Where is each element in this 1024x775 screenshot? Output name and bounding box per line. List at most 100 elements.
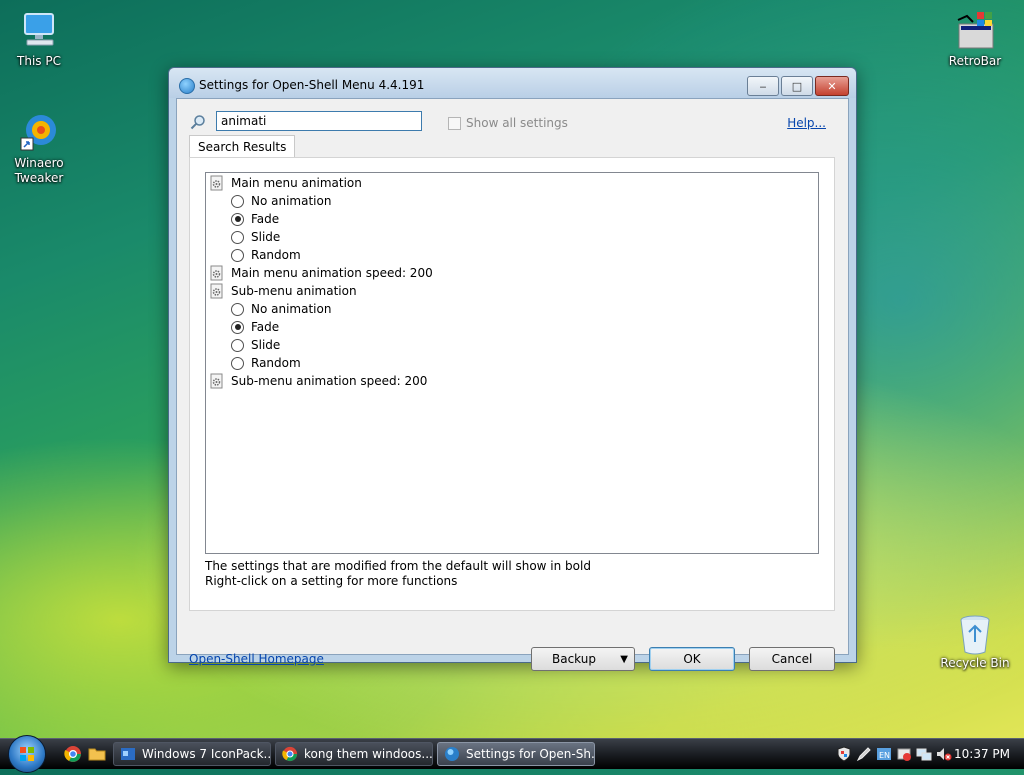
search-icon (190, 114, 206, 130)
computer-icon (19, 10, 59, 50)
volume-muted-icon[interactable] (936, 746, 952, 762)
minimize-button[interactable]: ‒ (747, 76, 779, 96)
system-tray: EN 10:37 PM (836, 739, 1024, 769)
tab-search-results[interactable]: Search Results (189, 135, 296, 158)
note-right-click: Right-click on a setting for more functi… (205, 574, 458, 588)
tree-radio-item[interactable]: No animation (231, 300, 331, 318)
desktop-icon-recycle-bin[interactable]: Recycle Bin (935, 612, 1015, 671)
svg-text:EN: EN (879, 751, 890, 760)
start-button[interactable] (8, 735, 46, 773)
iconpack-icon (121, 748, 135, 760)
tree-item-label: Slide (251, 338, 281, 352)
desktop-icon-label-line2: Tweaker (14, 171, 64, 185)
task-label: Windows 7 IconPack... (142, 747, 271, 761)
title-bar[interactable]: Settings for Open-Shell Menu 4.4.191 ‒ □… (169, 68, 856, 98)
tree-group-sub-menu-animation[interactable]: Sub-menu animation (209, 282, 357, 300)
tree-radio-item[interactable]: Random (231, 246, 301, 264)
tree-radio-item[interactable]: Fade (231, 318, 279, 336)
radio-button[interactable] (231, 248, 244, 262)
desktop-icon-this-pc[interactable]: This PC (0, 10, 79, 69)
task-button-iconpack[interactable]: Windows 7 IconPack... (113, 742, 271, 766)
close-icon: ✕ (827, 79, 837, 93)
window-title: Settings for Open-Shell Menu 4.4.191 (199, 78, 425, 92)
settings-page-icon (210, 373, 223, 389)
tree-item-label: Random (251, 356, 301, 370)
checkbox-box[interactable] (448, 116, 461, 130)
shield-icon[interactable] (836, 746, 852, 762)
tree-radio-item[interactable]: Slide (231, 228, 280, 246)
task-button-chrome[interactable]: kong them windoos... (275, 742, 433, 766)
tab-panel: Main menu animation No animation Fade Sl… (189, 157, 835, 611)
task-button-open-shell-settings[interactable]: Settings for Open-Sh... (437, 742, 595, 766)
winaero-tweaker-icon (19, 112, 59, 152)
network-icon[interactable] (916, 746, 932, 762)
settings-page-icon (210, 265, 223, 281)
language-icon[interactable]: EN (876, 746, 892, 762)
open-shell-homepage-link[interactable]: Open-Shell Homepage (189, 652, 324, 666)
clock[interactable]: 10:37 PM (954, 747, 1010, 761)
minimize-icon: ‒ (759, 79, 767, 93)
maximize-button[interactable]: □ (781, 76, 813, 96)
desktop-icon-retrobar[interactable]: RetroBar (935, 10, 1015, 69)
desktop-icon-label: This PC (17, 54, 61, 68)
settings-page-icon (210, 175, 223, 191)
open-shell-icon (445, 747, 459, 761)
maximize-icon: □ (791, 79, 803, 93)
retrobar-icon (955, 10, 995, 50)
note-bold-settings: The settings that are modified from the … (205, 559, 591, 573)
dialog-client-area: Show all settings Help... Search Results… (176, 98, 849, 671)
taskbar: Windows 7 IconPack... kong them windoos.… (0, 735, 1024, 773)
tree-item-label: Sub-menu animation (231, 284, 357, 298)
tree-radio-item[interactable]: Fade (231, 210, 279, 228)
tree-item-label: Sub-menu animation speed: 200 (231, 374, 428, 388)
tree-radio-item[interactable]: Random (231, 354, 301, 372)
tree-setting-sub-menu-animation-speed[interactable]: Sub-menu animation speed: 200 (209, 372, 427, 390)
tree-item-label: Fade (251, 320, 280, 334)
radio-button[interactable] (231, 356, 244, 370)
open-shell-icon (179, 78, 195, 94)
tree-item-label: Main menu animation (231, 176, 362, 190)
chrome-quicklaunch-icon[interactable] (64, 745, 82, 763)
settings-page-icon (210, 283, 223, 299)
pen-icon[interactable] (856, 746, 872, 762)
show-all-settings-label: Show all settings (466, 116, 568, 130)
tree-group-main-menu-animation[interactable]: Main menu animation (209, 174, 362, 192)
tree-item-label: No animation (251, 194, 332, 208)
help-link[interactable]: Help... (787, 116, 826, 130)
folder-quicklaunch-icon[interactable] (88, 745, 106, 763)
tree-item-label: Fade (251, 212, 280, 226)
radio-button-selected[interactable] (231, 212, 244, 226)
tree-radio-item[interactable]: No animation (231, 192, 331, 210)
task-label: Settings for Open-Sh... (466, 747, 595, 761)
tree-item-label: Random (251, 248, 301, 262)
task-label: kong them windoos... (304, 747, 433, 761)
ok-button[interactable]: OK (649, 647, 735, 671)
tree-setting-main-menu-animation-speed[interactable]: Main menu animation speed: 200 (209, 264, 433, 282)
windows-logo-icon (20, 747, 34, 761)
show-all-settings-checkbox[interactable]: Show all settings (448, 116, 568, 130)
desktop-icon-label: Recycle Bin (940, 656, 1010, 670)
radio-button[interactable] (231, 230, 244, 244)
settings-tree[interactable]: Main menu animation No animation Fade Sl… (205, 172, 819, 554)
dropdown-arrow-icon: ▼ (620, 653, 628, 665)
desktop-icon-winaero-tweaker[interactable]: Winaero Tweaker (0, 112, 79, 186)
desktop-icon-label-line1: Winaero (14, 156, 64, 170)
chrome-icon (282, 746, 298, 762)
tree-item-label: Main menu animation speed: 200 (231, 266, 433, 280)
tree-item-label: No animation (251, 302, 332, 316)
cancel-button[interactable]: Cancel (749, 647, 835, 671)
action-center-icon[interactable] (896, 746, 912, 762)
radio-button-selected[interactable] (231, 320, 244, 334)
tree-item-label: Slide (251, 230, 281, 244)
settings-window: Settings for Open-Shell Menu 4.4.191 ‒ □… (168, 67, 857, 671)
desktop-icon-label: RetroBar (948, 54, 1002, 68)
recycle-bin-icon (955, 612, 995, 655)
backup-button[interactable]: Backup ▼ (531, 647, 635, 671)
radio-button[interactable] (231, 338, 244, 352)
backup-button-label: Backup (552, 652, 596, 666)
tree-radio-item[interactable]: Slide (231, 336, 280, 354)
search-input[interactable] (216, 111, 422, 131)
radio-button[interactable] (231, 194, 244, 208)
close-button[interactable]: ✕ (815, 76, 849, 96)
radio-button[interactable] (231, 302, 244, 316)
